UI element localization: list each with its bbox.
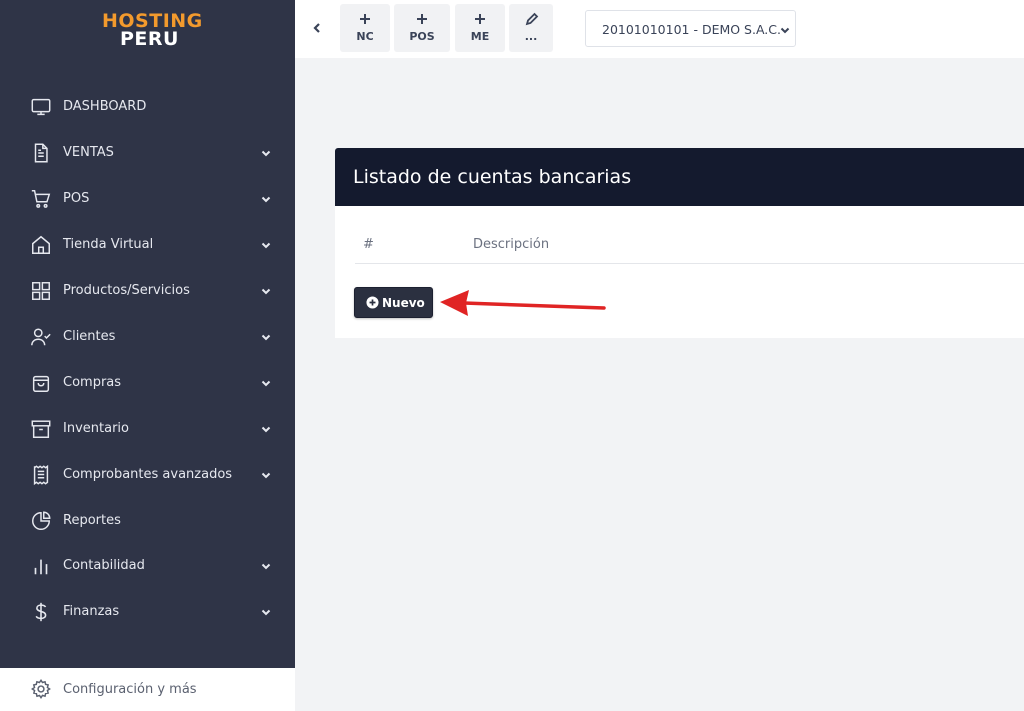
- sidebar-item-finanzas[interactable]: Finanzas: [0, 592, 295, 632]
- receipt-icon: [33, 464, 49, 486]
- chevron-down-icon[interactable]: [259, 468, 273, 482]
- quick-button-label: ...: [524, 30, 538, 43]
- column-header-number: #: [363, 237, 374, 252]
- sidebar-item-comprobantes-avanzados[interactable]: Comprobantes avanzados: [0, 455, 295, 495]
- plus-circle-icon: [366, 296, 379, 309]
- sidebar-item-contabilidad[interactable]: Contabilidad: [0, 546, 295, 586]
- chevron-down-icon[interactable]: [259, 238, 273, 252]
- quick-pos-button[interactable]: POS: [394, 4, 450, 52]
- chevron-down-icon[interactable]: [259, 559, 273, 573]
- gear-icon: [31, 678, 51, 700]
- logo-line-2: PERU: [120, 28, 179, 50]
- quick-me-button[interactable]: ME: [455, 4, 505, 52]
- sidebar-item-compras[interactable]: Compras: [0, 363, 295, 403]
- sidebar-item-label: Clientes: [63, 329, 116, 344]
- chevron-down-icon[interactable]: [259, 422, 273, 436]
- quick-nc-button[interactable]: NC: [340, 4, 390, 52]
- chevron-left-icon[interactable]: [311, 18, 323, 38]
- table-header-divider: [355, 263, 1024, 264]
- plus-icon: [417, 14, 427, 24]
- chevron-down-icon[interactable]: [259, 330, 273, 344]
- sidebar-item-ventas[interactable]: VENTAS: [0, 133, 295, 173]
- plus-icon: [360, 14, 370, 24]
- sidebar-item-inventario[interactable]: Inventario: [0, 409, 295, 449]
- archive-icon: [31, 420, 51, 438]
- chevron-down-icon[interactable]: [259, 284, 273, 298]
- sidebar-item-label: Finanzas: [63, 604, 120, 619]
- sidebar-item-configuracion[interactable]: Configuración y más: [0, 668, 295, 711]
- sidebar-item-label: Tienda Virtual: [63, 237, 154, 252]
- card-header: Listado de cuentas bancarias: [335, 148, 1024, 206]
- sidebar-item-tienda-virtual[interactable]: Tienda Virtual: [0, 225, 295, 265]
- bar-chart-icon: [34, 559, 48, 575]
- sidebar-item-label: Comprobantes avanzados: [63, 467, 233, 482]
- sidebar-item-label: POS: [63, 191, 90, 206]
- sidebar-item-label: VENTAS: [63, 145, 114, 160]
- chevron-down-icon[interactable]: [259, 605, 273, 619]
- sidebar-item-label: Configuración y más: [63, 682, 197, 697]
- chevron-down-icon[interactable]: [259, 376, 273, 390]
- sidebar-item-label: DASHBOARD: [63, 99, 147, 114]
- sidebar-item-label: Reportes: [63, 513, 121, 528]
- page-title: Listado de cuentas bancarias: [353, 166, 632, 188]
- column-header-description: Descripción: [473, 237, 550, 252]
- sidebar-item-label: Contabilidad: [63, 558, 145, 573]
- sidebar-item-pos[interactable]: POS: [0, 179, 295, 219]
- shopping-bag-icon: [32, 375, 50, 392]
- quick-button-label: POS: [409, 30, 435, 43]
- brand-logo[interactable]: HOSTING PERU: [100, 10, 202, 50]
- sidebar-item-label: Productos/Servicios: [63, 283, 190, 298]
- user-check-icon: [31, 328, 51, 346]
- quick-button-label: NC: [356, 30, 374, 43]
- plus-icon: [475, 14, 485, 24]
- document-icon: [34, 143, 48, 163]
- chevron-down-icon: [780, 27, 790, 34]
- sidebar-item-reportes[interactable]: Reportes: [0, 501, 295, 541]
- company-select[interactable]: 20101010101 - DEMO S.A.C.: [585, 10, 796, 47]
- quick-button-label: ME: [470, 30, 490, 43]
- pencil-icon: [525, 12, 539, 26]
- sidebar-item-clientes[interactable]: Clientes: [0, 317, 295, 357]
- dollar-icon: [35, 602, 47, 622]
- sidebar: HOSTING PERU DASHBOARD VENTAS POS Tienda…: [0, 0, 295, 711]
- home-icon: [32, 235, 50, 254]
- cart-icon: [31, 190, 51, 208]
- monitor-icon: [31, 98, 51, 116]
- chevron-down-icon[interactable]: [259, 146, 273, 160]
- company-select-value: 20101010101 - DEMO S.A.C.: [602, 22, 781, 37]
- chevron-down-icon[interactable]: [259, 192, 273, 206]
- red-arrow-annotation: [440, 290, 606, 316]
- grid-icon: [32, 282, 50, 300]
- sidebar-item-productos-servicios[interactable]: Productos/Servicios: [0, 271, 295, 311]
- sidebar-item-label: Inventario: [63, 421, 129, 436]
- quick-more-button[interactable]: ...: [509, 4, 553, 52]
- sidebar-item-label: Compras: [63, 375, 122, 390]
- sidebar-item-dashboard[interactable]: DASHBOARD: [0, 87, 295, 127]
- pie-chart-icon: [32, 511, 51, 530]
- new-account-button[interactable]: Nuevo: [354, 287, 433, 318]
- new-button-label: Nuevo: [382, 296, 425, 310]
